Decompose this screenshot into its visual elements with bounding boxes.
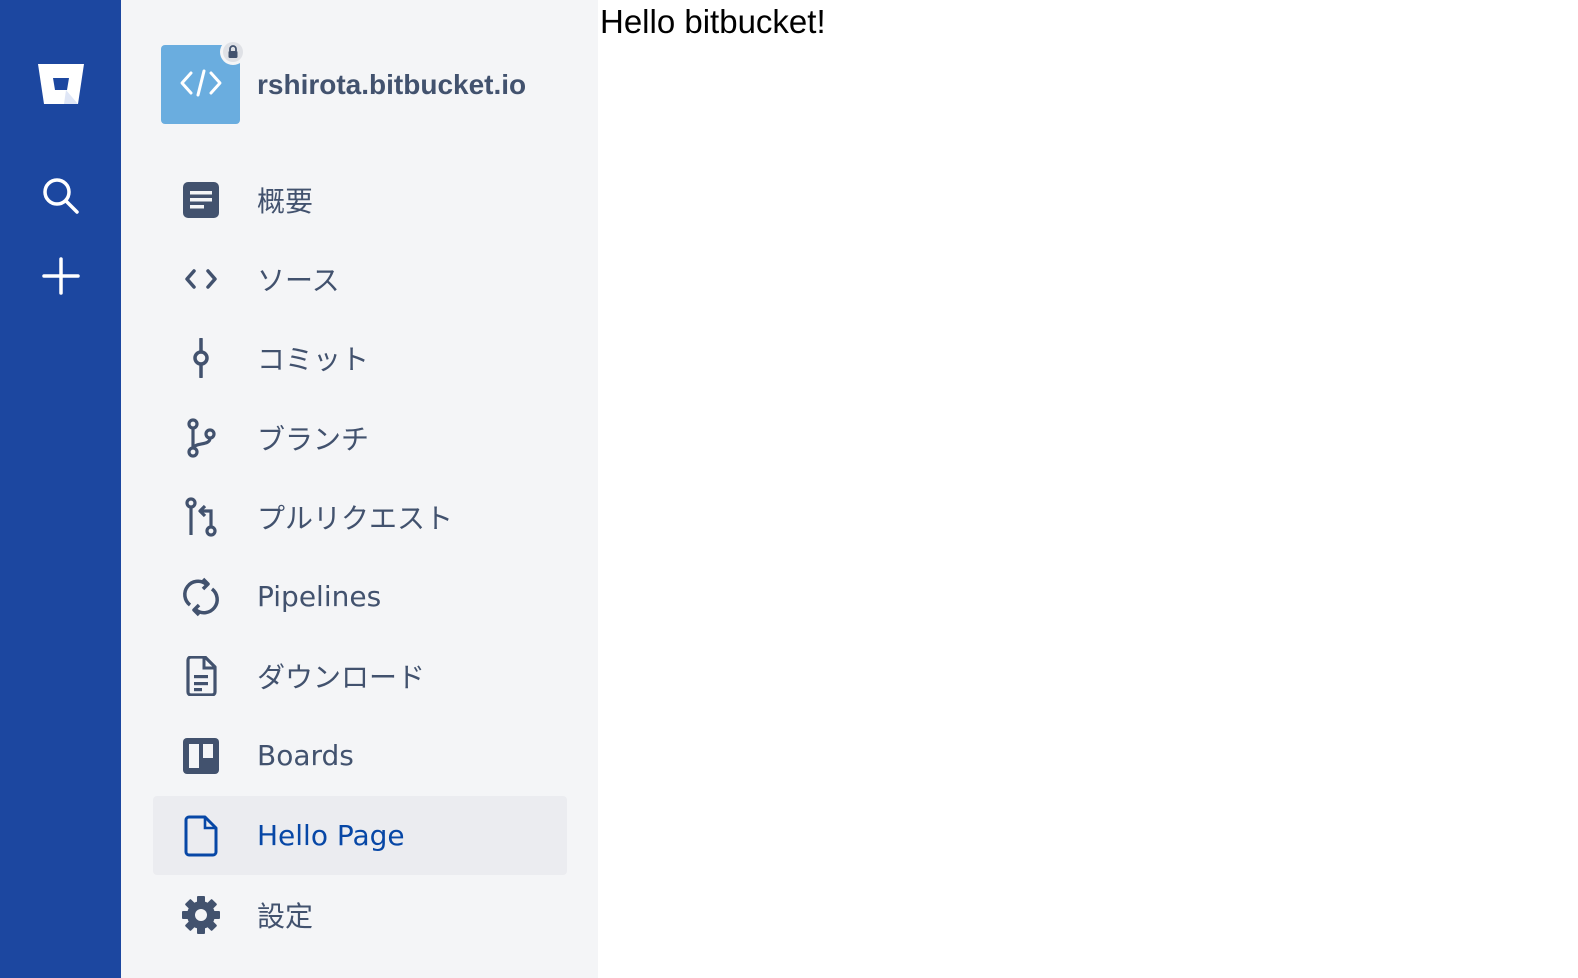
page-content: Hello bitbucket! <box>598 0 1578 978</box>
sidebar-item-settings[interactable]: 設定 <box>153 875 567 954</box>
sidebar-item-branches[interactable]: ブランチ <box>153 398 567 477</box>
repo-name: rshirota.bitbucket.io <box>257 68 527 100</box>
pipelines-icon <box>153 557 249 636</box>
sidebar-item-label: 設定 <box>257 899 314 933</box>
sidebar-item-label: Boards <box>257 739 354 772</box>
page-heading: Hello bitbucket! <box>600 3 826 40</box>
lock-icon <box>223 42 243 62</box>
private-badge <box>220 39 246 65</box>
sidebar-item-overview[interactable]: 概要 <box>153 160 567 239</box>
repo-avatar <box>161 39 246 124</box>
global-nav <box>0 0 121 978</box>
repo-sidebar: rshirota.bitbucket.io 概要 ソース コミット ブランチ プ… <box>121 0 598 978</box>
download-icon <box>153 636 249 715</box>
settings-icon <box>153 875 249 954</box>
page-icon <box>153 796 249 875</box>
sidebar-item-label: Pipelines <box>257 580 382 613</box>
overview-icon <box>153 160 249 239</box>
sidebar-item-label: コミット <box>257 342 370 376</box>
code-icon <box>179 68 223 102</box>
boards-icon <box>153 716 249 795</box>
sidebar-item-boards[interactable]: Boards <box>153 716 567 795</box>
sidebar-item-label: プルリクエスト <box>257 501 454 535</box>
plus-icon[interactable] <box>0 236 121 316</box>
sidebar-item-source[interactable]: ソース <box>153 239 567 318</box>
sidebar-item-label: ダウンロード <box>257 660 426 694</box>
commit-icon <box>153 318 249 397</box>
search-icon[interactable] <box>0 156 121 236</box>
sidebar-item-downloads[interactable]: ダウンロード <box>153 636 567 715</box>
sidebar-item-hello-page[interactable]: Hello Page <box>153 796 567 875</box>
sidebar-item-pipelines[interactable]: Pipelines <box>153 557 567 636</box>
sidebar-item-commits[interactable]: コミット <box>153 318 567 397</box>
pull-request-icon <box>153 477 249 556</box>
sidebar-item-label: ブランチ <box>257 422 370 456</box>
sidebar-item-label: ソース <box>257 263 340 297</box>
sidebar-item-pull-requests[interactable]: プルリクエスト <box>153 477 567 556</box>
source-icon <box>153 239 249 318</box>
sidebar-item-label: 概要 <box>257 184 314 218</box>
repo-header[interactable]: rshirota.bitbucket.io <box>161 39 581 124</box>
sidebar-item-label: Hello Page <box>257 819 405 852</box>
bitbucket-logo-icon[interactable] <box>0 44 121 124</box>
branch-icon <box>153 398 249 477</box>
